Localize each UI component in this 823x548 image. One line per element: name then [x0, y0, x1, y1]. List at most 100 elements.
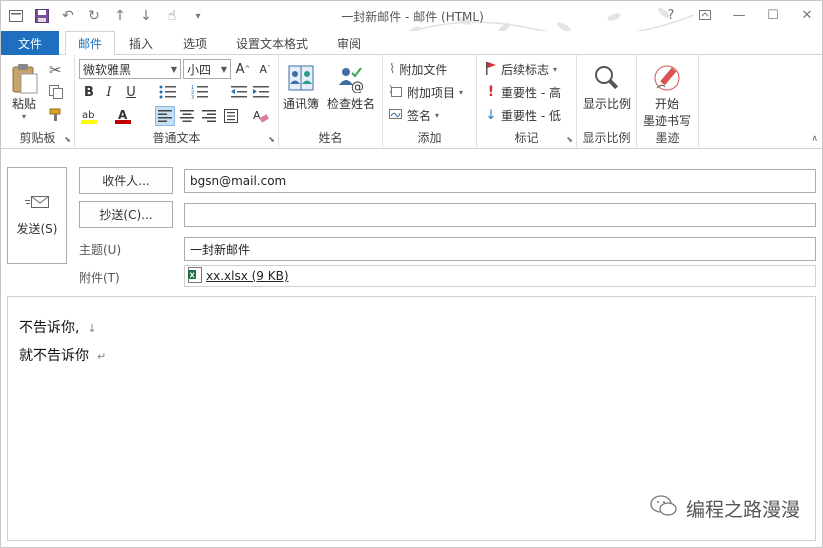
- zoom-button[interactable]: 显示比例: [583, 61, 631, 112]
- paste-button[interactable]: 粘贴 ▾: [7, 61, 41, 121]
- svg-text:X: X: [190, 271, 196, 279]
- tab-format-text[interactable]: 设置文本格式: [227, 31, 317, 55]
- font-color-icon[interactable]: A: [113, 106, 139, 126]
- low-importance-icon: ↓: [485, 107, 497, 123]
- start-inking-button[interactable]: 开始 墨迹书写: [643, 61, 691, 129]
- attachment-link[interactable]: xx.xlsx (9 KB): [206, 269, 289, 283]
- basic-text-group-label: 普通文本: [152, 131, 201, 145]
- signature-label: 签名: [407, 108, 432, 123]
- close-icon[interactable]: ✕: [790, 1, 822, 29]
- shrink-font-icon[interactable]: Aˇ: [255, 59, 275, 79]
- excel-file-icon: X: [188, 266, 202, 286]
- zoom-group: 显示比例 显示比例: [577, 55, 637, 149]
- check-names-button[interactable]: @ 检查姓名: [327, 61, 375, 112]
- include-group: ⌇ 附加文件 附加项目 ▾ 签名 ▾ 添加: [383, 55, 477, 149]
- tab-options[interactable]: 选项: [173, 31, 217, 55]
- flag-icon: [485, 61, 497, 78]
- tab-review[interactable]: 审阅: [327, 31, 371, 55]
- include-group-label: 添加: [417, 131, 442, 145]
- tab-file[interactable]: 文件: [1, 31, 59, 55]
- tab-insert[interactable]: 插入: [119, 31, 163, 55]
- maximize-icon[interactable]: ☐: [756, 1, 790, 29]
- send-button[interactable]: 发送(S): [7, 167, 67, 264]
- cc-field[interactable]: [184, 203, 816, 227]
- clipboard-dialog-launcher-icon[interactable]: ⬊: [64, 135, 71, 144]
- names-group-label: 姓名: [318, 131, 343, 145]
- ink-group-label: 墨迹: [655, 131, 680, 145]
- high-importance-icon: !: [487, 84, 495, 100]
- highlight-color-icon[interactable]: ab: [79, 106, 105, 126]
- decrease-indent-icon[interactable]: [229, 82, 249, 102]
- font-size-combo[interactable]: 小四 ▼: [183, 59, 231, 79]
- watermark-text: 编程之路漫漫: [685, 499, 800, 521]
- copy-icon: [49, 84, 63, 102]
- attachment-field: X xx.xlsx (9 KB): [184, 265, 816, 287]
- increase-indent-icon[interactable]: [251, 82, 271, 102]
- tags-group-label: 标记: [514, 131, 539, 145]
- italic-button[interactable]: I: [99, 82, 119, 102]
- numbering-icon[interactable]: 123: [187, 82, 213, 102]
- minimize-icon[interactable]: —: [722, 1, 756, 29]
- tags-dialog-launcher-icon[interactable]: ⬊: [566, 135, 573, 144]
- pen-icon: [650, 61, 684, 95]
- align-right-icon[interactable]: [199, 106, 219, 126]
- help-icon[interactable]: ?: [654, 1, 688, 29]
- low-importance-button[interactable]: ↓ 重要性 - 低: [485, 104, 561, 126]
- cut-button[interactable]: ✂: [49, 59, 62, 81]
- font-name-combo[interactable]: 微软雅黑 ▼: [79, 59, 181, 79]
- zoom-group-label: 显示比例: [582, 131, 631, 145]
- line-break-mark: ↓: [87, 322, 97, 335]
- address-book-icon: [284, 61, 318, 95]
- to-button[interactable]: 收件人...: [79, 167, 173, 194]
- check-names-icon: @: [334, 61, 368, 95]
- underline-button[interactable]: U: [121, 82, 141, 102]
- align-center-icon[interactable]: [177, 106, 197, 126]
- clear-formatting-icon[interactable]: A: [251, 106, 271, 126]
- ribbon-display-icon[interactable]: [688, 1, 722, 29]
- body-line-1: 不告诉你, ↓: [19, 320, 97, 336]
- attach-item-label: 附加项目: [407, 85, 456, 100]
- collapse-ribbon-icon[interactable]: ∧: [811, 134, 818, 144]
- address-book-button[interactable]: 通讯簿: [283, 61, 319, 112]
- check-names-label: 检查姓名: [327, 97, 376, 111]
- attach-item-icon: [389, 84, 403, 101]
- chevron-down-icon: ▼: [170, 65, 177, 74]
- align-left-icon[interactable]: [155, 106, 175, 126]
- grow-font-icon[interactable]: A ^: [233, 59, 253, 79]
- names-group: 通讯簿 @ 检查姓名 姓名: [279, 55, 383, 149]
- attached-label: 附件(T): [79, 271, 120, 285]
- high-importance-button[interactable]: ! 重要性 - 高: [485, 81, 561, 103]
- tab-message[interactable]: 邮件: [65, 31, 115, 56]
- subject-field[interactable]: 一封新邮件: [184, 237, 816, 261]
- svg-text:A: A: [118, 108, 128, 122]
- cc-button[interactable]: 抄送(C)...: [79, 201, 173, 228]
- font-size-value: 小四: [187, 62, 212, 77]
- bullets-icon[interactable]: [155, 82, 181, 102]
- bold-button[interactable]: B: [79, 82, 99, 102]
- paste-label: 粘贴: [11, 97, 36, 111]
- copy-button[interactable]: [49, 82, 63, 104]
- font-name-value: 微软雅黑: [83, 62, 132, 77]
- attach-item-button[interactable]: 附加项目 ▾: [389, 81, 463, 103]
- tags-group: 后续标志 ▾ ! 重要性 - 高 ↓ 重要性 - 低 标记 ⬊: [477, 55, 577, 149]
- paragraph-mark: ↵: [97, 350, 107, 363]
- magnifier-icon: [590, 61, 624, 95]
- address-book-label: 通讯簿: [283, 97, 320, 111]
- clipboard-group: 粘贴 ▾ ✂ 剪贴板 ⬊: [1, 55, 75, 149]
- signature-button[interactable]: 签名 ▾: [389, 104, 439, 126]
- subject-label: 主题(U): [79, 243, 122, 257]
- format-painter-button[interactable]: [49, 105, 63, 127]
- clipboard-group-label: 剪贴板: [19, 131, 56, 145]
- basic-text-dialog-launcher-icon[interactable]: ⬊: [268, 135, 275, 144]
- attach-file-button[interactable]: ⌇ 附加文件: [389, 58, 447, 80]
- outlook-message-window: ↶ ↻ ↑ ↓ ☝ ▾ 一封新邮件 - 邮件 (HTML) ? — ☐ ✕ 文件…: [0, 0, 823, 548]
- chevron-down-icon: ▼: [220, 65, 227, 74]
- follow-up-button[interactable]: 后续标志 ▾: [485, 58, 557, 80]
- svg-text:@: @: [351, 80, 364, 93]
- to-field[interactable]: bgsn@mail.com: [184, 169, 816, 193]
- paste-icon: [7, 61, 41, 95]
- ink-group: 开始 墨迹书写 墨迹: [637, 55, 699, 149]
- justify-icon[interactable]: [221, 106, 241, 126]
- format-painter-icon: [49, 108, 63, 125]
- start-inking-label-1: 开始: [655, 97, 680, 111]
